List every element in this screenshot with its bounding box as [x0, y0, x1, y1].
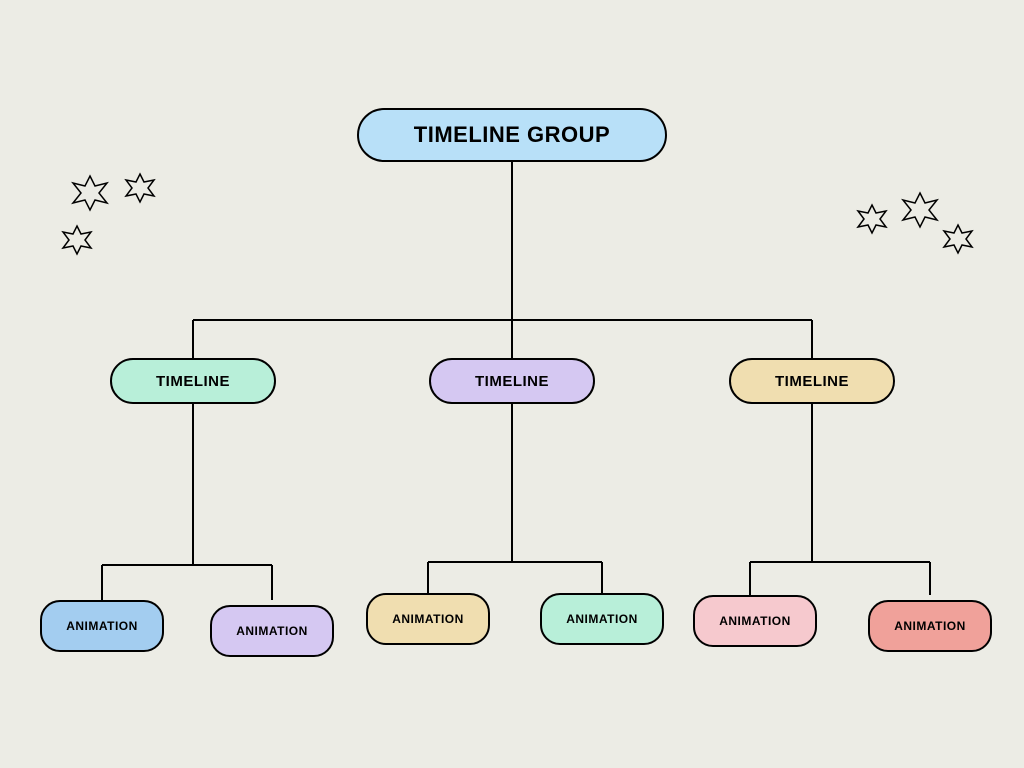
- timeline-node-2: TIMELINE: [429, 358, 595, 404]
- animation-node-2: ANIMATION: [210, 605, 334, 657]
- timeline-node-1: TIMELINE: [110, 358, 276, 404]
- timeline-node-3: TIMELINE: [729, 358, 895, 404]
- animation-node-5: ANIMATION: [693, 595, 817, 647]
- timeline-label: TIMELINE: [475, 373, 549, 390]
- timeline-label: TIMELINE: [156, 373, 230, 390]
- animation-node-1: ANIMATION: [40, 600, 164, 652]
- decorative-stars-right: [850, 185, 990, 285]
- animation-label: ANIMATION: [392, 612, 464, 626]
- animation-label: ANIMATION: [566, 612, 638, 626]
- root-label: TIMELINE GROUP: [414, 122, 610, 148]
- animation-node-4: ANIMATION: [540, 593, 664, 645]
- timeline-label: TIMELINE: [775, 373, 849, 390]
- animation-node-6: ANIMATION: [868, 600, 992, 652]
- animation-label: ANIMATION: [66, 619, 138, 633]
- animation-label: ANIMATION: [236, 624, 308, 638]
- root-node: TIMELINE GROUP: [357, 108, 667, 162]
- animation-node-3: ANIMATION: [366, 593, 490, 645]
- decorative-stars-left: [55, 168, 175, 268]
- animation-label: ANIMATION: [894, 619, 966, 633]
- animation-label: ANIMATION: [719, 614, 791, 628]
